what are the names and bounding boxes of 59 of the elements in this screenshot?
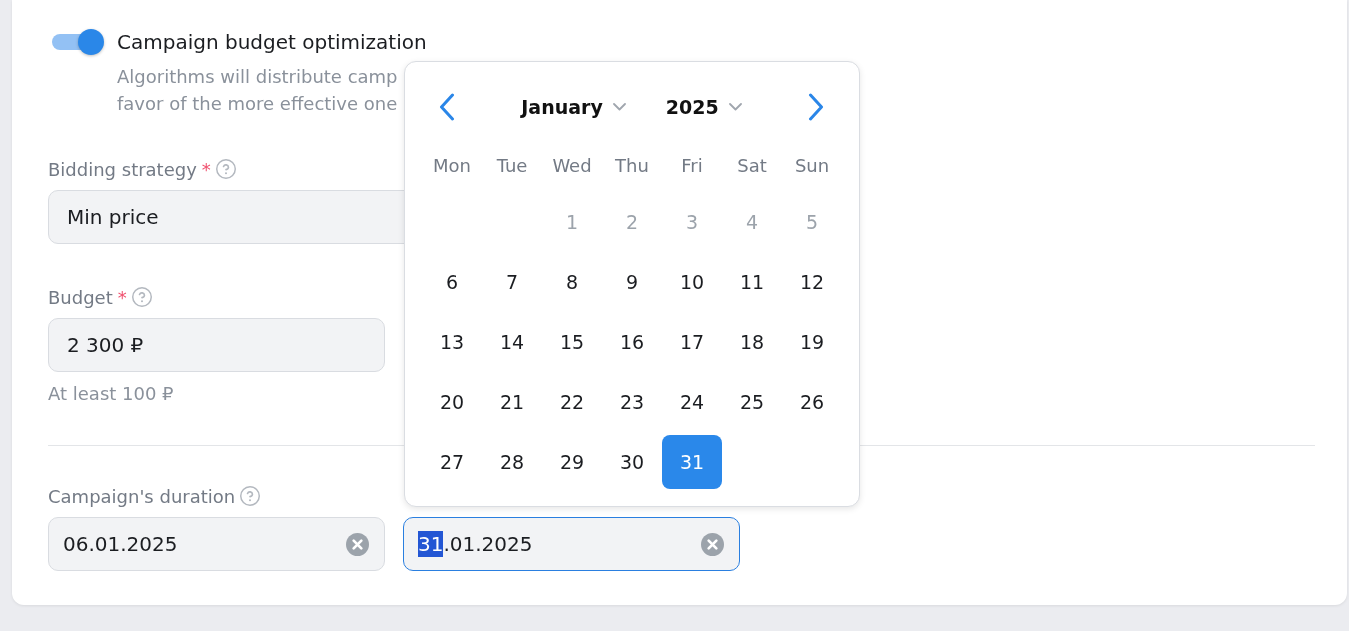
- chevron-right-icon: [808, 93, 824, 121]
- day-cell[interactable]: 20: [422, 375, 482, 429]
- chevron-left-icon: [439, 93, 455, 121]
- day-cell[interactable]: 15: [542, 315, 602, 369]
- weekday-label: Sat: [737, 154, 767, 176]
- day-cell[interactable]: 19: [782, 315, 842, 369]
- day-cell[interactable]: 10: [662, 255, 722, 309]
- selected-text: 31: [418, 531, 444, 557]
- day-cell[interactable]: 13: [422, 315, 482, 369]
- day-cell[interactable]: 7: [482, 255, 542, 309]
- day-cell[interactable]: 31: [662, 435, 722, 489]
- day-cell[interactable]: 14: [482, 315, 542, 369]
- date-field[interactable]: 06.01.2025: [48, 517, 385, 571]
- hint-text: At least 100 ₽: [48, 383, 174, 405]
- required-asterisk: *: [201, 158, 211, 180]
- day-cell[interactable]: 9: [602, 255, 662, 309]
- day-cell[interactable]: 17: [662, 315, 722, 369]
- day-cell[interactable]: 24: [662, 375, 722, 429]
- weekday-label: Mon: [433, 154, 471, 176]
- toggle-switch[interactable]: [52, 29, 104, 55]
- month-dropdown[interactable]: January: [521, 96, 626, 118]
- day-cell[interactable]: 12: [782, 255, 842, 309]
- field-value: .01.2025: [443, 531, 533, 557]
- day-cell[interactable]: 11: [722, 255, 782, 309]
- field-label: Budget: [48, 286, 113, 308]
- weekday-label: Wed: [552, 154, 592, 176]
- input-field[interactable]: 2 300 ₽: [48, 318, 385, 372]
- day-cell[interactable]: 27: [422, 435, 482, 489]
- help-icon[interactable]: [131, 287, 152, 307]
- day-cell[interactable]: 28: [482, 435, 542, 489]
- day-cell[interactable]: 21: [482, 375, 542, 429]
- day-cell[interactable]: 6: [422, 255, 482, 309]
- day-cell[interactable]: 23: [602, 375, 662, 429]
- help-icon[interactable]: [215, 159, 236, 179]
- day-cell[interactable]: 25: [722, 375, 782, 429]
- field-value: 06.01.2025: [63, 531, 178, 557]
- day-cell[interactable]: 8: [542, 255, 602, 309]
- help-icon[interactable]: [240, 486, 261, 506]
- day-cell[interactable]: 16: [602, 315, 662, 369]
- caret-icon: [728, 103, 742, 111]
- weekday-label: Thu: [615, 154, 649, 176]
- field-label: Bidding strategy: [48, 158, 197, 180]
- day-cell[interactable]: 18: [722, 315, 782, 369]
- year-dropdown[interactable]: 2025: [665, 96, 742, 118]
- day-cell[interactable]: 29: [542, 435, 602, 489]
- weekday-label: Sun: [794, 154, 830, 176]
- weekday-label: Fri: [681, 154, 703, 176]
- caret-icon: [612, 103, 626, 111]
- weekday-label: Tue: [496, 154, 528, 176]
- day-cell[interactable]: 26: [782, 375, 842, 429]
- required-asterisk: *: [117, 286, 127, 308]
- description-text: Algorithms will distribute camp favor of the more effective one: [117, 65, 398, 116]
- date-field[interactable]: 31.01.2025: [403, 517, 740, 571]
- field-label: Campaign's duration: [48, 485, 236, 507]
- clear-icon[interactable]: [346, 532, 369, 556]
- day-cell[interactable]: 22: [542, 375, 602, 429]
- clear-icon[interactable]: [701, 532, 724, 556]
- day-cell[interactable]: 30: [602, 435, 662, 489]
- toggle-label: Campaign budget optimization: [117, 29, 427, 55]
